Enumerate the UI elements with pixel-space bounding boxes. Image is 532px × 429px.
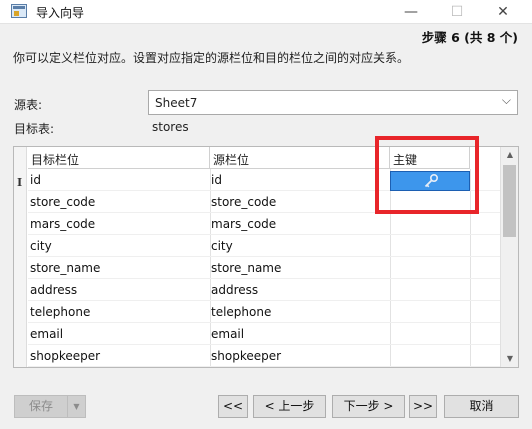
- window-title: 导入向导: [36, 6, 85, 20]
- source-table-value: Sheet7: [155, 96, 198, 110]
- text-cursor-icon: I: [17, 176, 23, 189]
- table-row[interactable]: address address: [28, 279, 500, 301]
- last-step-button[interactable]: >>: [409, 395, 437, 418]
- step-indicator: 步骤 6 (共 8 个): [421, 30, 518, 45]
- chevron-down-icon[interactable]: ⌵: [502, 93, 511, 108]
- close-button[interactable]: ✕: [480, 0, 526, 24]
- target-field-cell[interactable]: address: [30, 283, 77, 297]
- step-description: 你可以定义栏位对应。设置对应指定的源栏位和目的栏位之间的对应关系。: [13, 51, 410, 65]
- target-field-cell[interactable]: store_code: [30, 195, 95, 209]
- maximize-button[interactable]: ☐: [434, 0, 480, 24]
- target-field-cell[interactable]: store_name: [30, 261, 100, 275]
- target-field-cell[interactable]: city: [30, 239, 52, 253]
- source-field-cell[interactable]: email: [211, 327, 244, 341]
- table-row[interactable]: email email: [28, 323, 500, 345]
- cancel-button[interactable]: 取消: [444, 395, 519, 418]
- source-field-cell[interactable]: address: [211, 283, 258, 297]
- target-field-cell[interactable]: mars_code: [30, 217, 95, 231]
- table-row[interactable]: telephone telephone: [28, 301, 500, 323]
- source-field-cell[interactable]: store_name: [211, 261, 281, 275]
- table-row[interactable]: city city: [28, 235, 500, 257]
- table-row[interactable]: store_name store_name: [28, 257, 500, 279]
- scroll-down-icon[interactable]: ▼: [501, 351, 518, 367]
- scroll-up-icon[interactable]: ▲: [501, 147, 518, 163]
- vertical-scrollbar[interactable]: ▲ ▼: [500, 147, 518, 367]
- target-table-value: stores: [152, 120, 189, 134]
- import-wizard-icon: [11, 4, 27, 18]
- source-field-cell[interactable]: city: [211, 239, 233, 253]
- source-field-cell[interactable]: telephone: [211, 305, 271, 319]
- previous-step-button[interactable]: < 上一步: [253, 395, 326, 418]
- first-step-button[interactable]: <<: [218, 395, 248, 418]
- scrollbar-thumb[interactable]: [503, 165, 516, 237]
- source-table-label: 源表:: [14, 98, 43, 112]
- save-dropdown-button[interactable]: ▼: [67, 395, 86, 418]
- target-field-cell[interactable]: email: [30, 327, 63, 341]
- save-button[interactable]: 保存: [14, 395, 68, 418]
- target-table-label: 目标表:: [14, 122, 55, 136]
- annotation-highlight-box: [375, 136, 479, 214]
- title-bar: 导入向导 — ☐ ✕: [0, 0, 532, 24]
- column-header-source-field[interactable]: 源栏位: [210, 147, 390, 169]
- column-header-target-field[interactable]: 目标栏位: [28, 147, 210, 169]
- source-field-cell[interactable]: shopkeeper: [211, 349, 281, 363]
- target-field-cell[interactable]: telephone: [30, 305, 90, 319]
- table-row[interactable]: mars_code mars_code: [28, 213, 500, 235]
- source-field-cell[interactable]: store_code: [211, 195, 276, 209]
- source-table-select[interactable]: Sheet7 ⌵: [148, 90, 518, 115]
- source-field-cell[interactable]: mars_code: [211, 217, 276, 231]
- target-field-cell[interactable]: shopkeeper: [30, 349, 100, 363]
- source-field-cell[interactable]: id: [211, 173, 222, 187]
- minimize-button[interactable]: —: [388, 0, 434, 24]
- next-step-button[interactable]: 下一步 >: [332, 395, 405, 418]
- target-field-cell[interactable]: id: [30, 173, 41, 187]
- table-row[interactable]: shopkeeper shopkeeper: [28, 345, 500, 367]
